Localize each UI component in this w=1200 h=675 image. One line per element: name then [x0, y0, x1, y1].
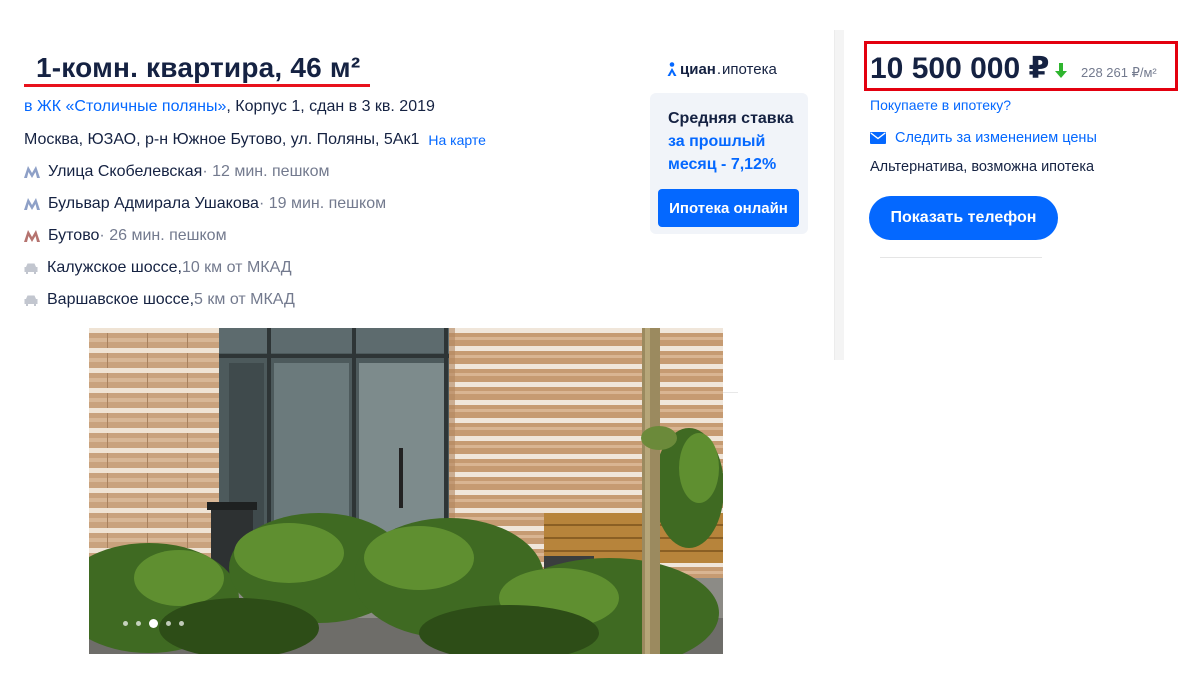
slider-dot[interactable]	[166, 621, 171, 626]
metro-item: Улица Скобелевская · 12 мин. пешком	[24, 163, 329, 181]
cian-logo-icon	[667, 62, 677, 76]
watch-price-link[interactable]: Следить за изменением цены	[870, 130, 1097, 146]
map-link[interactable]: На карте	[428, 132, 486, 148]
mortgage-rate-text: Средняя ставка за прошлый месяц - 7,12%	[668, 107, 803, 176]
cian-brand: циан	[680, 61, 716, 78]
envelope-icon	[870, 132, 886, 144]
complex-details: , Корпус 1, сдан в 3 кв. 2019	[226, 98, 435, 115]
slider-dot-active[interactable]	[149, 619, 158, 628]
highway-item: Варшавское шоссе, 5 км от МКАД	[24, 291, 295, 309]
metro-icon	[24, 198, 40, 210]
metro-station: Бульвар Адмирала Ушакова	[48, 195, 259, 212]
highway-item: Калужское шоссе, 10 км от МКАД	[24, 259, 292, 277]
address-text: Москва, ЮЗАО, р-н Южное Бутово, ул. Поля…	[24, 131, 420, 148]
highway-name: Варшавское шоссе,	[47, 291, 195, 308]
mortgage-rate-period: за прошлый месяц - 7,12%	[668, 133, 777, 173]
cian-brand-suffix: ипотека	[722, 61, 777, 78]
arrow-down-icon[interactable]	[1054, 63, 1068, 79]
slider-dot[interactable]	[136, 621, 141, 626]
column-divider	[834, 30, 844, 360]
metro-item: Бутово · 26 мин. пешком	[24, 227, 227, 245]
right-separator	[880, 257, 1042, 258]
metro-station: Бутово	[48, 227, 100, 244]
mortgage-online-button[interactable]: Ипотека онлайн	[658, 189, 799, 227]
watch-price-label: Следить за изменением цены	[895, 130, 1097, 146]
metro-walk-time: · 26 мин. пешком	[99, 227, 227, 244]
price-per-meter: 228 261 ₽/м²	[1081, 65, 1157, 80]
cian-mortgage-logo[interactable]: циан. ипотека	[667, 61, 777, 78]
metro-walk-time: · 12 мин. пешком	[202, 163, 330, 180]
mortgage-rate-card: Средняя ставка за прошлый месяц - 7,12% …	[650, 93, 808, 234]
show-phone-button[interactable]: Показать телефон	[869, 196, 1058, 240]
metro-item: Бульвар Адмирала Ушакова · 19 мин. пешко…	[24, 195, 386, 213]
title-highlight-underline	[24, 84, 370, 87]
slider-dot[interactable]	[179, 621, 184, 626]
listing-photo[interactable]	[89, 328, 723, 654]
metro-station: Улица Скобелевская	[48, 163, 203, 180]
metro-walk-time: · 19 мин. пешком	[258, 195, 387, 212]
metro-icon	[24, 166, 40, 178]
complex-link[interactable]: в ЖК «Столичные поляны»	[24, 98, 226, 116]
price: 10 500 000 ₽	[870, 52, 1050, 85]
highway-distance: 10 км от МКАД	[181, 259, 292, 276]
deal-type: Альтернатива, возможна ипотека	[870, 159, 1095, 175]
address-line: Москва, ЮЗАО, р-н Южное Бутово, ул. Поля…	[24, 131, 486, 149]
metro-icon	[24, 230, 40, 242]
car-icon	[24, 295, 38, 306]
photo-separator	[722, 392, 738, 393]
listing-title: 1-комн. квартира, 46 м²	[36, 52, 361, 83]
mortgage-question-link[interactable]: Покупаете в ипотеку?	[870, 97, 1011, 113]
building-photo	[89, 328, 723, 654]
slider-dot[interactable]	[123, 621, 128, 626]
car-icon	[24, 263, 38, 274]
highway-distance: 5 км от МКАД	[194, 291, 295, 308]
highway-name: Калужское шоссе,	[47, 259, 182, 276]
mortgage-rate-title: Средняя ставка	[668, 110, 794, 127]
complex-line: в ЖК «Столичные поляны» , Корпус 1, сдан…	[24, 98, 435, 116]
photo-slider-dots	[123, 619, 184, 628]
